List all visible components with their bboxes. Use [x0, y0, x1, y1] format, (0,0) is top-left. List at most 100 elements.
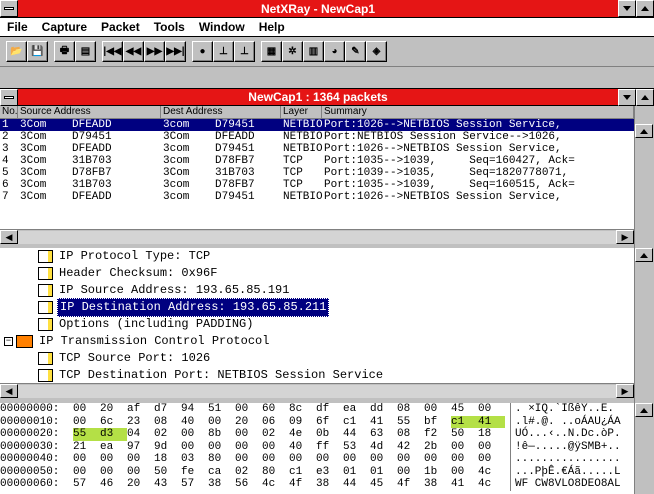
hex-dump[interactable]: 00000000: 00 20 af d7 94 51 00 60 8c df ea dd 08 00 45 0…: [0, 403, 634, 494]
packet-list-vscroll[interactable]: [634, 106, 654, 229]
decode-tree[interactable]: IP Protocol Type: TCP Header Checksum: 0x…: [0, 248, 634, 383]
tree-node[interactable]: − IP Transmission Control Protocol: [0, 333, 634, 350]
packet-row[interactable]: 2 3Com D79451 3Com DFEADD NETBIO Port:NETBIOS …: [0, 131, 634, 143]
first-packet-icon: |◀◀: [103, 46, 122, 57]
trigger-button[interactable]: ⊥: [234, 41, 255, 62]
tree-node-label: TCP Destination Port: NETBIOS Session Se…: [59, 368, 384, 382]
hex-row[interactable]: 00000010: 00 6c 23 08 40 00 20 06 09 6f c1 41 55 bf c1 4…: [0, 415, 634, 428]
hex-row[interactable]: 00000040: 00 00 00 18 03 80 00 00 00 00 00 00 00 00 00 0…: [0, 453, 634, 466]
column-header-layer[interactable]: Layer: [281, 106, 322, 119]
packet-dest-vendor: 3com: [163, 191, 190, 203]
hex-byte: 51: [208, 403, 222, 415]
hex-row[interactable]: 00000060: 57 46 20 43 57 38 56 4c 4f 38 44 45 4f 38 41 4…: [0, 478, 634, 491]
capture-minimize-button[interactable]: [618, 88, 636, 106]
packet-source: 3Com 31B703: [18, 179, 161, 191]
packet-row[interactable]: 7 3Com DFEADD 3com D79451 NETBIO Port:1026-->N…: [0, 191, 634, 203]
hex-byte: 00: [424, 403, 438, 415]
hex-byte: 00: [343, 453, 357, 465]
minimize-button[interactable]: [618, 0, 636, 17]
hex-row[interactable]: 00000030: 21 ea 97 9d 00 00 00 00 40 ff 53 4d 42 2b 00 0…: [0, 440, 634, 454]
app-titlebar[interactable]: NetXRay - NewCap1: [0, 0, 654, 18]
packet-row[interactable]: 4 3Com 31B703 3com D78FB7 TCP Port:1035-->1039…: [0, 155, 634, 167]
packet-list-scroll-left-button[interactable]: ◀: [0, 230, 18, 244]
packet-list[interactable]: 1 3Com DFEADD 3com D79451 NETBIO Port:1026-->N…: [0, 119, 634, 229]
tree-node[interactable]: Options (including PADDING): [0, 316, 634, 333]
decode-tree-hscroll[interactable]: ◀ ▶: [0, 383, 634, 398]
menu-tools[interactable]: Tools: [147, 20, 192, 34]
maximize-button[interactable]: [636, 0, 654, 17]
tools-button[interactable]: ✎: [345, 41, 366, 62]
capture-window-title: NewCap1 : 1364 packets: [248, 90, 388, 104]
last-packet-icon: ▶▶|: [166, 46, 185, 57]
packet-dest: 3Com DFEADD: [161, 131, 281, 143]
column-header-dest[interactable]: Dest Address: [161, 106, 281, 119]
packet-row[interactable]: 1 3Com DFEADD 3com D79451 NETBIO Port:1026-->N…: [0, 119, 634, 131]
collapse-icon[interactable]: −: [4, 337, 13, 346]
column-header-summary[interactable]: Summary: [322, 106, 634, 119]
packet-list-scroll-right-button[interactable]: ▶: [616, 230, 634, 244]
capture-system-menu-button[interactable]: [0, 88, 18, 106]
decode-tree-hscroll-track[interactable]: [18, 384, 616, 398]
packet-row[interactable]: 3 3Com DFEADD 3com D79451 NETBIO Port:1026-->N…: [0, 143, 634, 155]
first-packet-button[interactable]: |◀◀: [102, 41, 123, 62]
hex-byte: 4f: [397, 478, 411, 490]
hex-bytes: 21 ea 97 9d 00 00 00 00 40 ff 53 4d 42 2b 00 00: [73, 441, 510, 454]
save-button[interactable]: 💾: [27, 41, 48, 62]
hex-row[interactable]: 00000020: 55 d3 04 02 00 8b 00 02 4e 0b 44 63 08 f2 50 1…: [0, 428, 634, 441]
hex-byte: 0b: [316, 428, 330, 440]
column-header-no[interactable]: No.: [0, 106, 18, 119]
hex-byte: 00: [316, 453, 330, 465]
hex-dump-vscroll[interactable]: [634, 403, 654, 494]
decode-tree-scroll-up-button[interactable]: [635, 248, 653, 262]
tree-node[interactable]: Header Checksum: 0x96F: [0, 265, 634, 282]
print-button[interactable]: 🖶: [54, 41, 75, 62]
settings-button[interactable]: ◈: [366, 41, 387, 62]
hex-offset: 00000060:: [0, 478, 60, 490]
menu-packet[interactable]: Packet: [94, 20, 147, 34]
tree-node[interactable]: IP Source Address: 193.65.85.191: [0, 282, 634, 299]
hex-scroll-up-button[interactable]: [635, 403, 653, 417]
packet-summary: Port:1026-->NETBIOS Session Service,: [324, 119, 562, 131]
stop-button[interactable]: ●: [192, 41, 213, 62]
hex-byte: d3: [100, 428, 127, 441]
packet-row[interactable]: 6 3Com 31B703 3com D78FB7 TCP Port:1035-->1039…: [0, 179, 634, 191]
decode-tree-scroll-left-button[interactable]: ◀: [0, 384, 18, 398]
capture-maximize-button[interactable]: [636, 88, 654, 106]
tree-node[interactable]: IP Protocol Type: TCP: [0, 248, 634, 265]
hex-ascii: !ê—.....@ÿSMB+..: [510, 440, 630, 453]
menu-capture[interactable]: Capture: [35, 20, 94, 34]
packet-list-hscroll[interactable]: ◀ ▶: [0, 229, 634, 244]
hex-row[interactable]: 00000050: 00 00 00 50 fe ca 02 80 c1 e3 01 01 00 1b 00 4…: [0, 465, 634, 478]
print-preview-button[interactable]: ▤: [75, 41, 96, 62]
prev-packet-button[interactable]: ◀◀: [123, 41, 144, 62]
column-header-source[interactable]: Source Address: [18, 106, 161, 119]
next-packet-button[interactable]: ▶▶: [144, 41, 165, 62]
packet-summary: Port:1026-->NETBIOS Session Service,: [324, 143, 562, 155]
filter-button[interactable]: ⊥: [213, 41, 234, 62]
hex-byte: 4e: [289, 428, 303, 440]
last-packet-button[interactable]: ▶▶|: [165, 41, 186, 62]
decode-tree-vscroll[interactable]: [634, 248, 654, 383]
packet-summary: Port:1026-->NETBIOS Session Service,: [324, 191, 562, 203]
packet-list-hscroll-track[interactable]: [18, 230, 616, 244]
network-button[interactable]: ✲: [282, 41, 303, 62]
decode-tree-scroll-right-button[interactable]: ▶: [616, 384, 634, 398]
pie-button[interactable]: ◕: [324, 41, 345, 62]
packet-list-scroll-up-button[interactable]: [635, 124, 653, 138]
tree-node[interactable]: TCP Destination Port: NETBIOS Session Se…: [0, 367, 634, 383]
open-button[interactable]: 📂: [6, 41, 27, 62]
menu-window[interactable]: Window: [192, 20, 252, 34]
menu-file[interactable]: File: [0, 20, 35, 34]
capture-window-titlebar[interactable]: NewCap1 : 1364 packets: [0, 88, 654, 106]
hex-row[interactable]: 00000000: 00 20 af d7 94 51 00 60 8c df ea dd 08 00 45 0…: [0, 403, 634, 416]
packet-row[interactable]: 5 3Com D78FB7 3Com 31B703 TCP Port:1039-->1035…: [0, 167, 634, 179]
tree-node[interactable]: IP Destination Address: 193.65.85.211: [0, 298, 634, 317]
hex-offset: 00000040:: [0, 453, 60, 465]
field-icon: [38, 352, 53, 365]
menu-help[interactable]: Help: [252, 20, 292, 34]
chart-button[interactable]: ▥: [303, 41, 324, 62]
system-menu-button[interactable]: [0, 0, 18, 17]
decode-button[interactable]: ▦: [261, 41, 282, 62]
tree-node[interactable]: TCP Source Port: 1026: [0, 350, 634, 367]
packet-source-vendor: 3Com: [20, 131, 47, 143]
